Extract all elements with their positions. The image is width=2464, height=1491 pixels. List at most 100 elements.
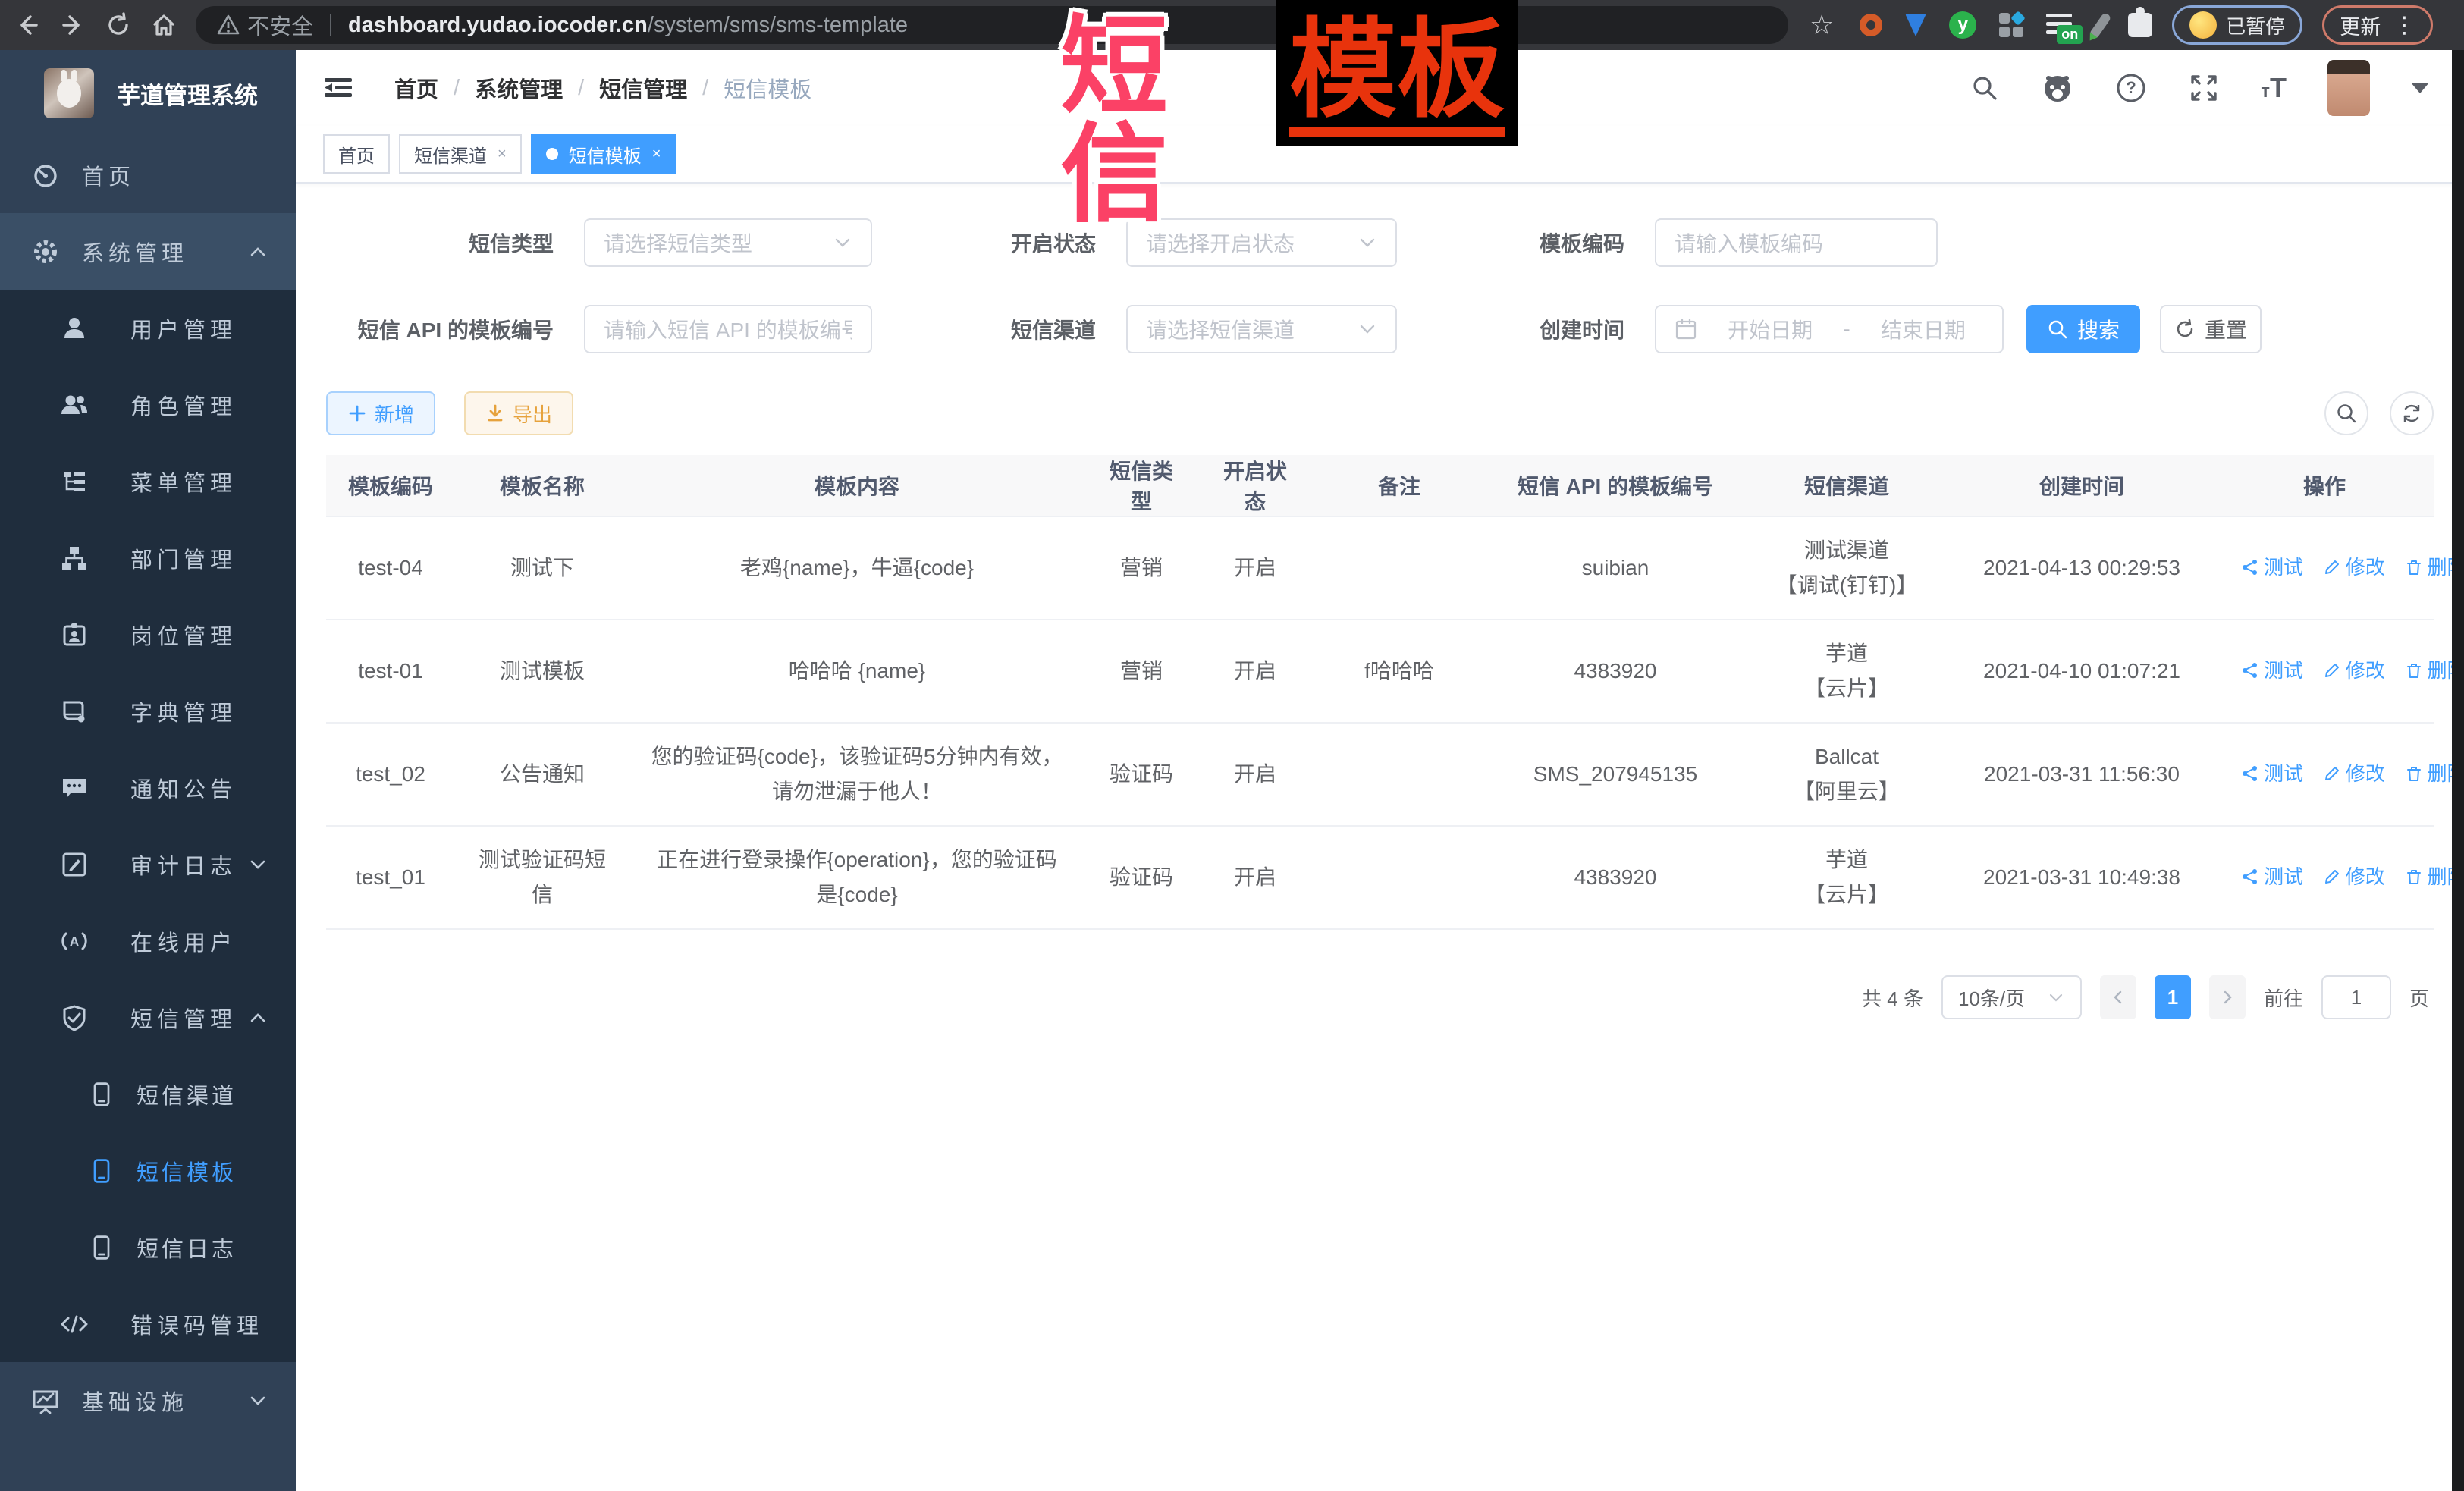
sidebar-item-sms-log[interactable]: 短信日志 [0,1209,296,1285]
goto-page-input[interactable]: 1 [2321,975,2391,1019]
trash-icon [2405,558,2423,576]
update-label: 更新 [2340,11,2381,40]
breadcrumb-sms[interactable]: 短信管理 [599,72,687,104]
edit-link[interactable]: 修改 [2323,756,2385,791]
sidebar-item-users[interactable]: 用户管理 [0,290,296,366]
github-icon[interactable] [2041,71,2074,105]
browser-scrollbar-strip[interactable] [2452,50,2464,1491]
test-link[interactable]: 测试 [2241,859,2303,894]
reset-button[interactable]: 重置 [2160,305,2262,353]
profile-chip[interactable]: 已暂停 [2172,5,2302,45]
reload-icon[interactable] [100,7,137,43]
extension-pen-icon[interactable] [2090,12,2112,39]
next-page-button[interactable] [2209,975,2246,1019]
sidebar-item-posts[interactable]: 岗位管理 [0,596,296,673]
extension-pin-icon[interactable] [1905,14,1926,36]
close-icon[interactable]: × [652,146,661,163]
code-icon [59,1309,89,1339]
sidebar-item-sms-template[interactable]: 短信模板 [0,1132,296,1209]
sidebar-item-error-codes[interactable]: 错误码管理 [0,1285,296,1362]
page-size-select[interactable]: 10条/页 [1941,975,2082,1019]
security-label: 不安全 [247,9,313,41]
fullscreen-icon[interactable] [2188,72,2220,104]
extension-list-icon[interactable]: on [2046,12,2073,38]
template-code-input[interactable]: 请输入模板编码 [1655,218,1938,267]
extensions-puzzle-icon[interactable] [2128,13,2152,37]
show-search-toggle-button[interactable] [2324,391,2368,435]
edit-link[interactable]: 修改 [2323,859,2385,894]
bookmark-star-icon[interactable]: ☆ [1810,11,1834,39]
sms-type-select[interactable]: 请选择短信类型 [584,218,872,267]
sidebar-item-dictionary[interactable]: 字典管理 [0,673,296,749]
users-icon [59,390,89,420]
chevron-down-icon [247,854,268,875]
url-divider [330,14,331,36]
sidebar-item-infrastructure[interactable]: 基础设施 [0,1362,296,1439]
edit-link[interactable]: 修改 [2323,653,2385,688]
search-icon[interactable] [1970,73,2000,103]
font-size-icon[interactable]: тT [2261,72,2287,104]
api-template-id-input[interactable]: 请输入短信 API 的模板编号 [584,305,872,353]
user-avatar[interactable] [2327,60,2370,116]
chevron-up-icon [247,1007,268,1028]
app-logo-row[interactable]: 芋道管理系统 [0,50,296,137]
sidebar-item-notices[interactable]: 通知公告 [0,749,296,826]
tag-home[interactable]: 首页 [323,134,390,174]
phone-icon [86,1232,117,1263]
help-icon[interactable]: ? [2115,72,2147,104]
channel-select[interactable]: 请选择短信渠道 [1126,305,1397,353]
sidebar-item-system[interactable]: 系统管理 [0,213,296,290]
table-row: test-04 测试下 老鸡{name}，牛逼{code} 营销 开启 suib… [326,516,2434,620]
sidebar-item-departments[interactable]: 部门管理 [0,519,296,596]
test-link[interactable]: 测试 [2241,550,2303,585]
edit-link[interactable]: 修改 [2323,550,2385,585]
search-button[interactable]: 搜索 [2026,305,2140,353]
chevron-down-icon [833,233,852,253]
active-dot [546,148,558,160]
refresh-icon [2174,319,2196,340]
tag-sms-template[interactable]: 短信模板 × [531,134,676,174]
edit-note-icon [59,849,89,880]
browser-menu-icon[interactable]: ⋮ [2393,12,2415,39]
export-button[interactable]: 导出 [464,391,573,435]
sidebar-item-sms-channel[interactable]: 短信渠道 [0,1056,296,1132]
update-button[interactable]: 更新 ⋮ [2322,5,2433,45]
sidebar-item-online-users[interactable]: A 在线用户 [0,902,296,979]
sidebar-item-audit-log[interactable]: 审计日志 [0,826,296,902]
back-icon[interactable] [9,7,46,43]
pencil-icon [2323,868,2341,886]
close-icon[interactable]: × [498,146,507,163]
address-bar[interactable]: 不安全 dashboard.yudao.iocoder.cn /system/s… [196,6,1788,44]
status-select[interactable]: 请选择开启状态 [1126,218,1397,267]
test-link[interactable]: 测试 [2241,653,2303,688]
sidebar-item-menus[interactable]: 菜单管理 [0,443,296,519]
refresh-table-button[interactable] [2390,391,2434,435]
collapse-menu-icon[interactable] [322,73,355,103]
extension-grid-icon[interactable] [1999,13,2023,37]
sidebar-item-home[interactable]: 首页 [0,137,296,213]
breadcrumb-home[interactable]: 首页 [394,72,438,104]
page-number-1[interactable]: 1 [2155,975,2191,1019]
trash-icon [2405,764,2423,783]
extensions-row: y on [1860,11,2152,39]
site-security[interactable]: 不安全 [217,9,313,41]
table-toolbar: 新增 导出 [296,391,2464,435]
test-link[interactable]: 测试 [2241,756,2303,791]
badge-icon [59,620,89,650]
sidebar-item-roles[interactable]: 角色管理 [0,366,296,443]
sidebar: 芋道管理系统 首页 系统管理 用户管理 [0,50,296,1491]
sidebar-item-sms[interactable]: 短信管理 [0,979,296,1056]
home-icon[interactable] [146,7,182,43]
extension-y-icon[interactable]: y [1949,11,1976,39]
add-button[interactable]: 新增 [326,391,435,435]
caret-down-icon[interactable] [2411,83,2429,93]
user-icon [59,313,89,344]
prev-page-button[interactable] [2100,975,2136,1019]
create-time-range-picker[interactable]: 开始日期 - 结束日期 [1655,305,2004,353]
page-unit: 页 [2409,984,2429,1012]
sms-type-label: 短信类型 [326,228,554,258]
breadcrumb-system[interactable]: 系统管理 [475,72,563,104]
forward-icon[interactable] [55,7,91,43]
tag-sms-channel[interactable]: 短信渠道 × [399,134,522,174]
extension-ring-icon[interactable] [1860,14,1882,36]
